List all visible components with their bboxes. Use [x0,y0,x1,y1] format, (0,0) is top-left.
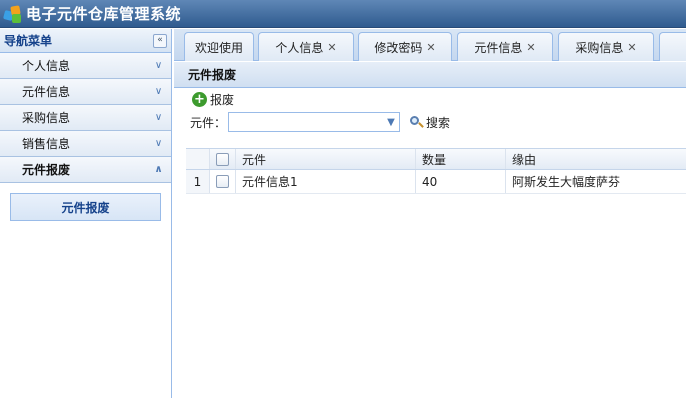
component-field-label: 元件： [190,115,227,130]
chevron-down-icon[interactable]: ▼ [383,113,399,131]
panel-title: 元件报废 [174,62,686,88]
cell-quantity: 40 [416,170,506,193]
sidebar-item-label: 采购信息 [22,111,71,125]
tab-bar: 欢迎使用 个人信息 ✕ 修改密码 ✕ 元件信息 ✕ 采购信息 ✕ [174,29,686,61]
tab-label: 修改密码 [374,40,423,55]
cell-component: 元件信息1 [236,170,416,193]
app-header: 电子元件仓库管理系统 [0,0,686,28]
search-button[interactable]: 搜索 [410,114,450,131]
tab-label: 元件信息 [474,40,523,55]
tab-change-password[interactable]: 修改密码 ✕ [358,32,452,61]
tab-welcome[interactable]: 欢迎使用 [184,32,254,61]
tab-personal-info[interactable]: 个人信息 ✕ [258,32,354,61]
close-icon[interactable]: ✕ [426,41,435,54]
sidebar-item-scrap[interactable]: 元件报废 ∧ [0,157,171,183]
sidebar-item-label: 销售信息 [22,137,71,151]
app-title: 电子元件仓库管理系统 [26,5,182,23]
chevron-double-up-icon: ∧ [154,163,162,175]
toolbar: + 报废 [174,88,686,110]
search-button-label: 搜索 [426,115,451,130]
scrap-button[interactable]: + 报废 [192,91,234,108]
component-combobox[interactable]: ▼ [228,112,401,132]
sidebar-header: 导航菜单 « [0,29,171,53]
select-all-checkbox-cell [210,149,236,169]
sidebar-item-sales-info[interactable]: 销售信息 ∨ [0,131,171,157]
column-header-quantity[interactable]: 数量 [416,149,506,169]
chevron-double-down-icon: ∨ [154,59,162,71]
tab-label: 个人信息 [275,40,324,55]
sidebar: 导航菜单 « 个人信息 ∨ 元件信息 ∨ 采购信息 ∨ 销售信息 ∨ 元件报废 … [0,29,172,398]
sidebar-item-label: 个人信息 [22,59,71,73]
search-row: 元件： ▼ 搜索 [174,110,686,134]
app-logo-icon [2,4,22,23]
tab-label: 欢迎使用 [194,40,243,55]
close-icon[interactable]: ✕ [327,41,336,54]
column-header-reason[interactable]: 缘由 [506,149,686,169]
sidebar-item-component-info[interactable]: 元件信息 ∨ [0,79,171,105]
row-checkbox-cell [210,170,236,193]
select-all-checkbox[interactable] [216,152,229,166]
sidebar-subpanel: 元件报废 [0,183,171,373]
column-header-component[interactable]: 元件 [236,149,416,169]
close-icon[interactable]: ✕ [627,41,636,54]
collapse-sidebar-button[interactable]: « [153,33,167,48]
sidebar-item-label: 元件信息 [22,85,71,99]
sidebar-item-purchase-info[interactable]: 采购信息 ∨ [0,105,171,131]
sidebar-subitem-scrap[interactable]: 元件报废 [10,193,161,221]
tab-purchase-info[interactable]: 采购信息 ✕ [558,32,654,61]
data-grid: 元件 数量 缘由 1 元件信息1 40 阿斯发生大幅度萨芬 [186,148,686,194]
tab-component-info[interactable]: 元件信息 ✕ [457,32,553,61]
tab-label: 采购信息 [575,40,624,55]
chevron-double-down-icon: ∨ [154,137,162,149]
row-checkbox[interactable] [216,175,229,188]
sidebar-item-label: 元件报废 [22,163,71,177]
chevron-double-down-icon: ∨ [154,111,162,123]
grid-header: 元件 数量 缘由 [186,148,686,170]
table-row[interactable]: 1 元件信息1 40 阿斯发生大幅度萨芬 [186,170,686,194]
search-icon [410,115,424,129]
main-panel: 元件报废 + 报废 元件： ▼ 搜索 元件 数量 缘由 1 元件信息1 40 阿… [174,62,686,398]
tab-overflow[interactable] [659,32,686,61]
chevron-double-down-icon: ∨ [154,85,162,97]
cell-reason: 阿斯发生大幅度萨芬 [512,175,621,189]
row-number: 1 [186,170,210,193]
sidebar-item-personal-info[interactable]: 个人信息 ∨ [0,53,171,79]
add-icon: + [192,91,207,107]
sidebar-title: 导航菜单 [4,34,53,48]
scrap-button-label: 报废 [210,92,235,107]
row-number-header [186,149,210,169]
app-window: 电子元件仓库管理系统 导航菜单 « 个人信息 ∨ 元件信息 ∨ 采购信息 ∨ 销… [0,0,686,398]
close-icon[interactable]: ✕ [526,41,535,54]
